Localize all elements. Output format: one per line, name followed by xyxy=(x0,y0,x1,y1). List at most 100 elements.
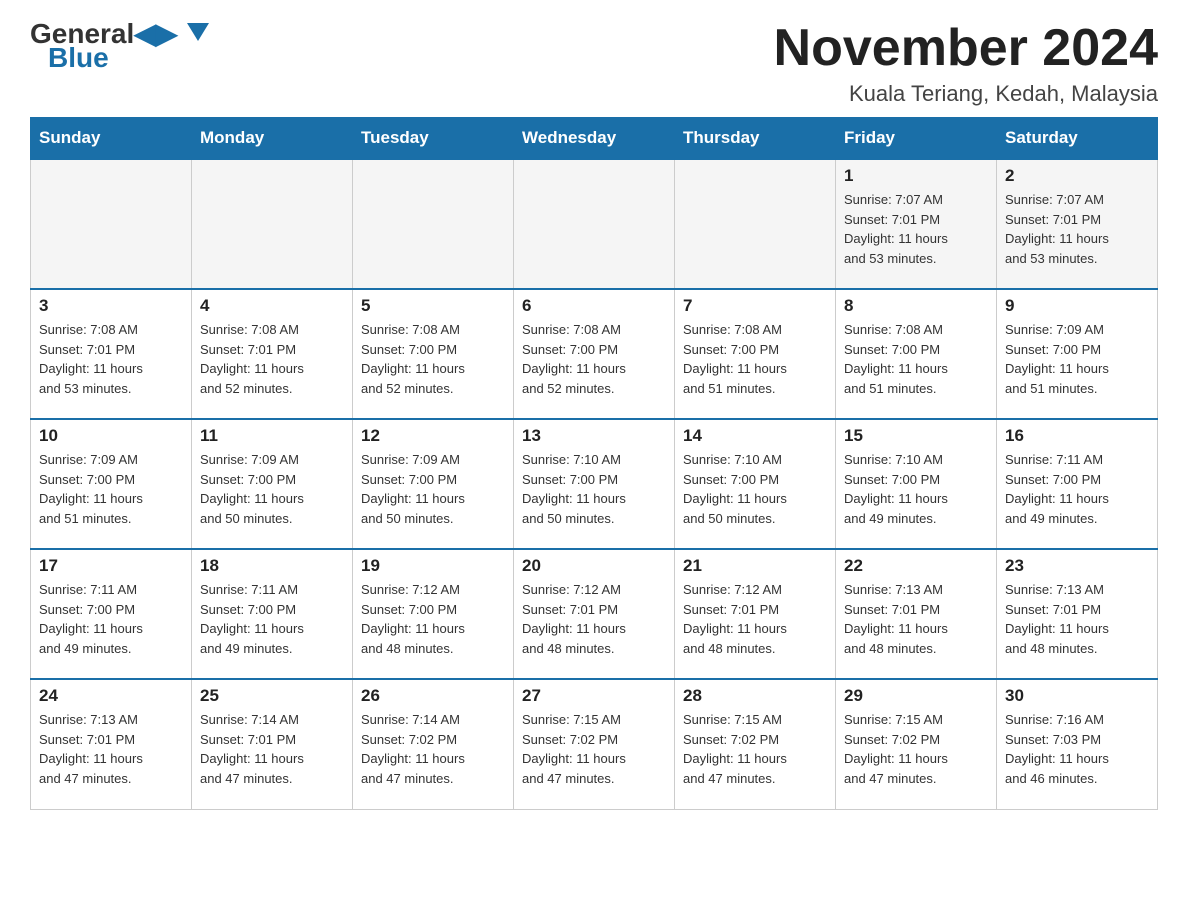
col-thursday: Thursday xyxy=(675,118,836,160)
table-row: 14 Sunrise: 7:10 AMSunset: 7:00 PMDayligh… xyxy=(675,419,836,549)
day-info: Sunrise: 7:15 AMSunset: 7:02 PMDaylight:… xyxy=(522,710,666,788)
col-friday: Friday xyxy=(836,118,997,160)
table-row: 1 Sunrise: 7:07 AMSunset: 7:01 PMDaylight… xyxy=(836,159,997,289)
day-info: Sunrise: 7:07 AMSunset: 7:01 PMDaylight:… xyxy=(844,190,988,268)
table-row: 30 Sunrise: 7:16 AMSunset: 7:03 PMDayligh… xyxy=(997,679,1158,809)
day-number: 9 xyxy=(1005,296,1149,316)
logo-blue-text: Blue xyxy=(48,44,109,72)
day-info: Sunrise: 7:08 AMSunset: 7:01 PMDaylight:… xyxy=(39,320,183,398)
day-info: Sunrise: 7:15 AMSunset: 7:02 PMDaylight:… xyxy=(844,710,988,788)
table-row xyxy=(675,159,836,289)
day-number: 15 xyxy=(844,426,988,446)
table-row: 29 Sunrise: 7:15 AMSunset: 7:02 PMDayligh… xyxy=(836,679,997,809)
day-info: Sunrise: 7:09 AMSunset: 7:00 PMDaylight:… xyxy=(200,450,344,528)
day-info: Sunrise: 7:10 AMSunset: 7:00 PMDaylight:… xyxy=(683,450,827,528)
table-row xyxy=(353,159,514,289)
day-info: Sunrise: 7:08 AMSunset: 7:00 PMDaylight:… xyxy=(361,320,505,398)
table-row: 10 Sunrise: 7:09 AMSunset: 7:00 PMDayligh… xyxy=(31,419,192,549)
day-info: Sunrise: 7:09 AMSunset: 7:00 PMDaylight:… xyxy=(1005,320,1149,398)
day-number: 14 xyxy=(683,426,827,446)
logo: General◀▶ Blue xyxy=(30,20,209,72)
table-row: 19 Sunrise: 7:12 AMSunset: 7:00 PMDayligh… xyxy=(353,549,514,679)
day-number: 23 xyxy=(1005,556,1149,576)
table-row: 6 Sunrise: 7:08 AMSunset: 7:00 PMDaylight… xyxy=(514,289,675,419)
table-row: 11 Sunrise: 7:09 AMSunset: 7:00 PMDayligh… xyxy=(192,419,353,549)
day-number: 16 xyxy=(1005,426,1149,446)
day-info: Sunrise: 7:14 AMSunset: 7:02 PMDaylight:… xyxy=(361,710,505,788)
table-row: 26 Sunrise: 7:14 AMSunset: 7:02 PMDayligh… xyxy=(353,679,514,809)
calendar-table: Sunday Monday Tuesday Wednesday Thursday… xyxy=(30,117,1158,810)
col-monday: Monday xyxy=(192,118,353,160)
title-block: November 2024 Kuala Teriang, Kedah, Mala… xyxy=(774,20,1158,107)
day-number: 20 xyxy=(522,556,666,576)
table-row: 4Sunrise: 7:08 AMSunset: 7:01 PMDaylight… xyxy=(192,289,353,419)
day-number: 3 xyxy=(39,296,183,316)
day-number: 30 xyxy=(1005,686,1149,706)
day-number: 24 xyxy=(39,686,183,706)
day-number: 29 xyxy=(844,686,988,706)
week-row-5: 24 Sunrise: 7:13 AMSunset: 7:01 PMDayligh… xyxy=(31,679,1158,809)
week-row-3: 10 Sunrise: 7:09 AMSunset: 7:00 PMDayligh… xyxy=(31,419,1158,549)
week-row-2: 3 Sunrise: 7:08 AMSunset: 7:01 PMDaylight… xyxy=(31,289,1158,419)
table-row xyxy=(31,159,192,289)
day-number: 17 xyxy=(39,556,183,576)
table-row: 13Sunrise: 7:10 AMSunset: 7:00 PMDayligh… xyxy=(514,419,675,549)
day-info: Sunrise: 7:11 AMSunset: 7:00 PMDaylight:… xyxy=(39,580,183,658)
day-number: 25 xyxy=(200,686,344,706)
table-row: 25 Sunrise: 7:14 AMSunset: 7:01 PMDayligh… xyxy=(192,679,353,809)
table-row: 17 Sunrise: 7:11 AMSunset: 7:00 PMDayligh… xyxy=(31,549,192,679)
day-info: Sunrise: 7:13 AMSunset: 7:01 PMDaylight:… xyxy=(39,710,183,788)
day-info: Sunrise: 7:16 AMSunset: 7:03 PMDaylight:… xyxy=(1005,710,1149,788)
logo-arrow-icon: ◀▶ xyxy=(134,18,177,49)
day-info: Sunrise: 7:09 AMSunset: 7:00 PMDaylight:… xyxy=(39,450,183,528)
table-row: 21 Sunrise: 7:12 AMSunset: 7:01 PMDayligh… xyxy=(675,549,836,679)
day-number: 6 xyxy=(522,296,666,316)
table-row: 23Sunrise: 7:13 AMSunset: 7:01 PMDayligh… xyxy=(997,549,1158,679)
day-info: Sunrise: 7:12 AMSunset: 7:01 PMDaylight:… xyxy=(683,580,827,658)
table-row: 18Sunrise: 7:11 AMSunset: 7:00 PMDayligh… xyxy=(192,549,353,679)
day-number: 2 xyxy=(1005,166,1149,186)
table-row xyxy=(192,159,353,289)
main-title: November 2024 xyxy=(774,20,1158,77)
day-number: 1 xyxy=(844,166,988,186)
table-row: 8 Sunrise: 7:08 AMSunset: 7:00 PMDaylight… xyxy=(836,289,997,419)
day-number: 4 xyxy=(200,296,344,316)
table-row: 3 Sunrise: 7:08 AMSunset: 7:01 PMDaylight… xyxy=(31,289,192,419)
col-saturday: Saturday xyxy=(997,118,1158,160)
table-row: 5 Sunrise: 7:08 AMSunset: 7:00 PMDaylight… xyxy=(353,289,514,419)
page-header: General◀▶ Blue November 2024 Kuala Teria… xyxy=(30,20,1158,107)
day-number: 22 xyxy=(844,556,988,576)
calendar-header-row: Sunday Monday Tuesday Wednesday Thursday… xyxy=(31,118,1158,160)
day-number: 28 xyxy=(683,686,827,706)
day-info: Sunrise: 7:13 AMSunset: 7:01 PMDaylight:… xyxy=(844,580,988,658)
col-sunday: Sunday xyxy=(31,118,192,160)
day-info: Sunrise: 7:08 AMSunset: 7:00 PMDaylight:… xyxy=(844,320,988,398)
day-info: Sunrise: 7:12 AMSunset: 7:00 PMDaylight:… xyxy=(361,580,505,658)
table-row: 12Sunrise: 7:09 AMSunset: 7:00 PMDayligh… xyxy=(353,419,514,549)
table-row: 22 Sunrise: 7:13 AMSunset: 7:01 PMDayligh… xyxy=(836,549,997,679)
table-row: 7Sunrise: 7:08 AMSunset: 7:00 PMDaylight… xyxy=(675,289,836,419)
table-row: 20Sunrise: 7:12 AMSunset: 7:01 PMDayligh… xyxy=(514,549,675,679)
day-number: 10 xyxy=(39,426,183,446)
col-tuesday: Tuesday xyxy=(353,118,514,160)
table-row: 9 Sunrise: 7:09 AMSunset: 7:00 PMDaylight… xyxy=(997,289,1158,419)
table-row: 15Sunrise: 7:10 AMSunset: 7:00 PMDayligh… xyxy=(836,419,997,549)
day-number: 7 xyxy=(683,296,827,316)
week-row-1: 1 Sunrise: 7:07 AMSunset: 7:01 PMDaylight… xyxy=(31,159,1158,289)
day-number: 12 xyxy=(361,426,505,446)
location-subtitle: Kuala Teriang, Kedah, Malaysia xyxy=(774,81,1158,107)
day-info: Sunrise: 7:15 AMSunset: 7:02 PMDaylight:… xyxy=(683,710,827,788)
day-number: 8 xyxy=(844,296,988,316)
day-info: Sunrise: 7:08 AMSunset: 7:00 PMDaylight:… xyxy=(522,320,666,398)
table-row: 27Sunrise: 7:15 AMSunset: 7:02 PMDayligh… xyxy=(514,679,675,809)
day-number: 26 xyxy=(361,686,505,706)
day-info: Sunrise: 7:07 AMSunset: 7:01 PMDaylight:… xyxy=(1005,190,1149,268)
table-row: 24 Sunrise: 7:13 AMSunset: 7:01 PMDayligh… xyxy=(31,679,192,809)
day-info: Sunrise: 7:14 AMSunset: 7:01 PMDaylight:… xyxy=(200,710,344,788)
day-number: 19 xyxy=(361,556,505,576)
table-row: 28 Sunrise: 7:15 AMSunset: 7:02 PMDayligh… xyxy=(675,679,836,809)
day-number: 11 xyxy=(200,426,344,446)
day-number: 21 xyxy=(683,556,827,576)
day-info: Sunrise: 7:11 AMSunset: 7:00 PMDaylight:… xyxy=(1005,450,1149,528)
day-number: 5 xyxy=(361,296,505,316)
